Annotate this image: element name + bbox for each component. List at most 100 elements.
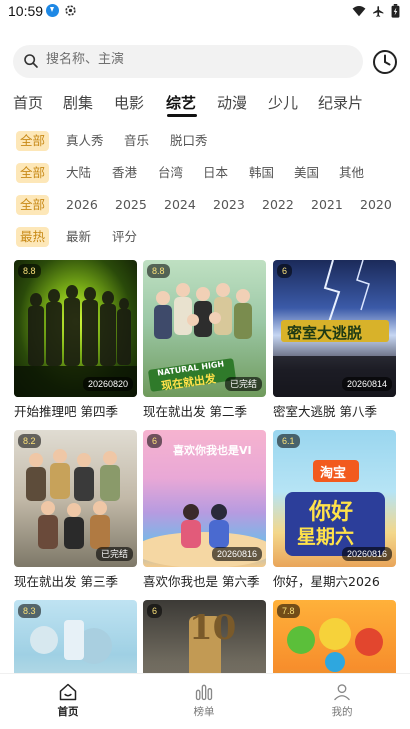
show-title: 开始推理吧 第四季 <box>14 404 118 419</box>
update-badge: 20260816 <box>211 547 262 561</box>
rating-badge: 8.2 <box>18 434 41 448</box>
airplane-icon <box>373 5 384 17</box>
poster-image: NATURAL HIGH 现在就出发 8.8 已完结 <box>143 260 266 397</box>
sort-rating[interactable]: 评分 <box>112 227 137 247</box>
filter-region-all[interactable]: 全部 <box>16 163 50 183</box>
nav-home[interactable]: 首页 <box>38 682 98 719</box>
rating-badge: 6 <box>147 604 163 618</box>
update-badge: 20260820 <box>82 377 133 391</box>
show-card[interactable]: 喜欢你我也是VI 6 20260816 喜欢你我也是 第六季 <box>143 430 266 594</box>
tab-anime[interactable]: 动漫 <box>217 92 247 113</box>
poster-image: 8.3 <box>14 600 137 673</box>
show-card[interactable]: 10 6 <box>143 600 266 673</box>
filter-year-2022[interactable]: 2022 <box>262 195 294 215</box>
filter-row-type: 全部 真人秀 音乐 脱口秀 <box>0 131 410 151</box>
poster-logo-text: 淘宝 <box>320 466 347 481</box>
update-badge: 20260814 <box>341 377 392 391</box>
search-icon <box>24 54 38 68</box>
poster-image: 8.8 20260820 <box>14 260 137 397</box>
rating-badge: 6.1 <box>277 434 300 448</box>
show-title: 密室大逃脱 第八季 <box>273 404 377 419</box>
filter-region-korea[interactable]: 韩国 <box>249 163 274 183</box>
nav-mine[interactable]: 我的 <box>312 682 372 719</box>
show-card[interactable]: 8.3 <box>14 600 137 673</box>
filter-row-sort: 最热 最新 评分 <box>0 227 410 247</box>
active-tab-indicator <box>167 114 197 117</box>
rating-badge: 8.3 <box>18 604 41 618</box>
filter-year-2020[interactable]: 2020 <box>360 195 392 215</box>
filter-row-region: 全部 大陆 香港 台湾 日本 韩国 美国 其他 <box>0 163 410 183</box>
bottom-nav: 首页 榜单 我的 <box>0 673 410 729</box>
history-icon[interactable] <box>372 49 398 75</box>
tab-home[interactable]: 首页 <box>13 92 43 113</box>
show-card[interactable]: 密室大逃脱 6 20260814 密室大逃脱 第八季 <box>273 260 396 424</box>
tab-variety[interactable]: 综艺 <box>166 92 196 113</box>
filter-year-2025[interactable]: 2025 <box>115 195 147 215</box>
nav-mine-label: 我的 <box>331 706 353 718</box>
show-card[interactable]: 8.2 已完结 现在就出发 第三季 <box>14 430 137 594</box>
show-grid: 8.8 20260820 开始推理吧 第四季 NATURAL HIGH 现在就出… <box>0 259 410 673</box>
poster-image: 7.8 <box>273 600 396 673</box>
filter-year-2024[interactable]: 2024 <box>164 195 196 215</box>
poster-title-text: 喜欢你我也是VI <box>173 444 252 457</box>
update-badge: 已完结 <box>95 547 133 561</box>
filter-year-2023[interactable]: 2023 <box>213 195 245 215</box>
poster-image: 淘宝 你好 星期六 6.1 20260816 <box>273 430 396 567</box>
filter-year-2021[interactable]: 2021 <box>311 195 343 215</box>
show-title: 你好，星期六2026 <box>273 574 380 589</box>
filter-year-2026[interactable]: 2026 <box>66 195 98 215</box>
poster-image: 密室大逃脱 6 20260814 <box>273 260 396 397</box>
show-card[interactable]: NATURAL HIGH 现在就出发 8.8 已完结 现在就出发 第二季 <box>143 260 266 424</box>
filter-region-mainland[interactable]: 大陆 <box>66 163 91 183</box>
status-bar: 10:59 <box>0 0 410 26</box>
sort-latest[interactable]: 最新 <box>66 227 91 247</box>
filter-region-hongkong[interactable]: 香港 <box>112 163 137 183</box>
poster-title-text: 密室大逃脱 <box>287 324 363 342</box>
poster-image: 8.2 已完结 <box>14 430 137 567</box>
filter-region-taiwan[interactable]: 台湾 <box>158 163 183 183</box>
nav-home-label: 首页 <box>57 706 79 718</box>
filter-type-music[interactable]: 音乐 <box>124 131 149 151</box>
rating-badge: 8.8 <box>18 264 41 278</box>
download-icon <box>46 4 59 17</box>
tab-kids[interactable]: 少儿 <box>268 92 298 113</box>
nav-ranking[interactable]: 榜单 <box>174 682 234 719</box>
rating-badge: 6 <box>277 264 293 278</box>
search-input[interactable] <box>46 52 346 67</box>
tab-documentary[interactable]: 纪录片 <box>318 92 363 113</box>
sort-hottest[interactable]: 最热 <box>16 227 50 247</box>
show-card[interactable]: 7.8 <box>273 600 396 673</box>
search-box[interactable] <box>13 45 363 78</box>
poster-image: 喜欢你我也是VI 6 20260816 <box>143 430 266 567</box>
status-time: 10:59 <box>8 3 44 19</box>
battery-icon <box>391 4 400 18</box>
poster-title-text: 10 <box>189 608 237 648</box>
filter-type-reality[interactable]: 真人秀 <box>66 131 104 151</box>
filter-year-all[interactable]: 全部 <box>16 195 50 215</box>
rating-badge: 7.8 <box>277 604 300 618</box>
nav-ranking-label: 榜单 <box>193 706 215 718</box>
tab-movies[interactable]: 电影 <box>114 92 144 113</box>
show-card[interactable]: 淘宝 你好 星期六 6.1 20260816 你好，星期六2026 <box>273 430 396 594</box>
filter-region-japan[interactable]: 日本 <box>203 163 228 183</box>
show-title: 现在就出发 第二季 <box>143 404 247 419</box>
filter-type-talkshow[interactable]: 脱口秀 <box>170 131 208 151</box>
category-tabs: 首页 剧集 电影 综艺 动漫 少儿 纪录片 <box>0 92 410 118</box>
filter-region-other[interactable]: 其他 <box>339 163 364 183</box>
show-title: 现在就出发 第三季 <box>14 574 118 589</box>
filter-region-usa[interactable]: 美国 <box>294 163 319 183</box>
filter-type-all[interactable]: 全部 <box>16 131 50 151</box>
profile-icon <box>334 684 350 701</box>
update-badge: 已完结 <box>224 377 262 391</box>
home-icon <box>59 683 77 701</box>
show-title: 喜欢你我也是 第六季 <box>143 574 260 589</box>
update-badge: 20260816 <box>341 547 392 561</box>
wifi-icon <box>352 6 366 17</box>
show-card[interactable]: 8.8 20260820 开始推理吧 第四季 <box>14 260 137 424</box>
filter-row-year: 全部 2026 2025 2024 2023 2022 2021 2020 <box>0 195 410 215</box>
settings-icon <box>65 5 76 16</box>
rating-badge: 8.8 <box>147 264 170 278</box>
tab-series[interactable]: 剧集 <box>63 92 93 113</box>
ranking-icon <box>195 684 213 701</box>
rating-badge: 6 <box>147 434 163 448</box>
